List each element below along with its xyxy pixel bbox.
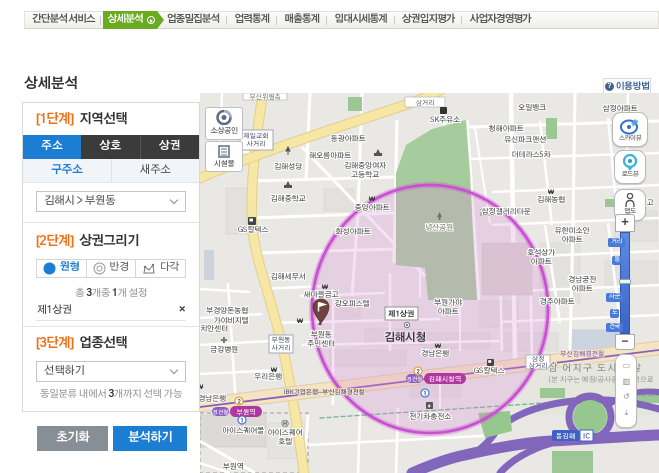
svg-text:2: 2 xyxy=(416,369,420,376)
svg-text:경남은행: 경남은행 xyxy=(421,349,449,358)
svg-text:아이스퀘어: 아이스퀘어 xyxy=(268,429,303,437)
svg-text:김해성당: 김해성당 xyxy=(274,162,302,171)
svg-text:유신파크맨션: 유신파크맨션 xyxy=(504,135,546,144)
svg-text:₩: ₩ xyxy=(548,189,555,196)
svg-text:IC: IC xyxy=(583,434,590,441)
svg-text:김해중학교: 김해중학교 xyxy=(271,194,306,203)
svg-text:고등학교: 고등학교 xyxy=(351,170,379,179)
svg-text:새마을금고: 새마을금고 xyxy=(304,290,339,299)
svg-text:가야비지텔: 가야비지텔 xyxy=(214,316,249,325)
svg-text:오일뱅크: 오일뱅크 xyxy=(518,103,546,112)
svg-text:1: 1 xyxy=(240,418,244,425)
svg-text:₩: ₩ xyxy=(271,367,278,374)
svg-text:₩: ₩ xyxy=(322,284,329,291)
svg-text:경남은행: 경남은행 xyxy=(200,394,226,403)
svg-text:제1상권: 제1상권 xyxy=(388,310,414,319)
svg-text:청해아파트: 청해아파트 xyxy=(489,124,524,133)
svg-text:더테라스5차: 더테라스5차 xyxy=(512,151,552,159)
svg-text:IBK기업은행─부산김해경전철: IBK기업은행─부산김해경전철 xyxy=(284,388,365,396)
svg-text:전기차충전소: 전기차충전소 xyxy=(409,412,451,421)
svg-text:부원동: 부원동 xyxy=(311,330,332,339)
svg-text:부산김해경전철: 부산김해경전철 xyxy=(560,350,604,358)
svg-text:GS칼텍스: GS칼텍스 xyxy=(474,366,504,375)
svg-text:부원역: 부원역 xyxy=(223,462,244,471)
svg-text:유한미소안: 유한미소안 xyxy=(555,226,590,235)
svg-text:김해시청역: 김해시청역 xyxy=(428,376,461,384)
svg-text:김해세무서: 김해세무서 xyxy=(271,272,306,281)
svg-text:아이스퀘어몰: 아이스퀘어몰 xyxy=(222,427,264,435)
svg-text:1: 1 xyxy=(423,391,427,398)
svg-text:부원역: 부원역 xyxy=(236,409,256,417)
svg-text:GS칼텍스: GS칼텍스 xyxy=(238,225,268,234)
svg-text:김해중앙여자: 김해중앙여자 xyxy=(344,161,387,170)
svg-text:제일교회: 제일교회 xyxy=(242,132,268,140)
svg-text:부경양돈농협: 부경양돈농협 xyxy=(206,306,248,315)
svg-text:부원동: 부원동 xyxy=(272,336,291,344)
svg-text:강오피스텔: 강오피스텔 xyxy=(335,299,370,308)
svg-text:동광아파트: 동광아파트 xyxy=(331,134,366,143)
svg-text:화성아파트: 화성아파트 xyxy=(336,227,371,236)
svg-text:우리은행: 우리은행 xyxy=(254,372,282,381)
svg-text:사거리: 사거리 xyxy=(272,345,291,352)
svg-text:(본 지구는 예정/공사중인 지역으로: (본 지구는 예정/공사중인 지역으로 xyxy=(548,375,654,384)
svg-text:2: 2 xyxy=(237,399,241,406)
svg-text:SK주유소: SK주유소 xyxy=(429,116,460,124)
svg-text:부원가야: 부원가야 xyxy=(434,298,462,307)
svg-text:₩: ₩ xyxy=(435,343,442,350)
svg-text:금강병원: 금강병원 xyxy=(210,345,238,354)
svg-text:삼거리: 삼거리 xyxy=(416,99,435,107)
svg-text:아파트: 아파트 xyxy=(562,236,583,244)
svg-text:경전철: 경전철 xyxy=(212,409,228,416)
svg-text:경주아파트: 경주아파트 xyxy=(540,297,575,306)
svg-text:✚: ✚ xyxy=(221,337,228,345)
svg-text:₩: ₩ xyxy=(297,318,304,325)
svg-text:부산위림축: 부산위림축 xyxy=(249,93,280,101)
svg-text:김해시청: 김해시청 xyxy=(384,331,426,344)
svg-text:동김해: 동김해 xyxy=(556,433,576,441)
svg-text:경전철: 경전철 xyxy=(406,376,422,383)
svg-text:아파트: 아파트 xyxy=(572,285,593,293)
svg-text:삼정: 삼정 xyxy=(532,355,545,363)
svg-text:호텔: 호텔 xyxy=(278,437,292,446)
svg-text:해오름아파트: 해오름아파트 xyxy=(309,151,351,160)
svg-text:호석상가: 호석상가 xyxy=(527,248,556,257)
svg-text:Ⓗ: Ⓗ xyxy=(282,419,289,428)
svg-text:치안센터: 치안센터 xyxy=(200,325,228,333)
svg-text:사거리: 사거리 xyxy=(247,141,266,148)
svg-text:아파트: 아파트 xyxy=(438,308,459,316)
svg-text:삼거리: 삼거리 xyxy=(529,362,548,370)
svg-text:주민센터: 주민센터 xyxy=(307,340,335,348)
svg-text:아파트: 아파트 xyxy=(531,258,552,266)
svg-text:삼정갤러리타운: 삼정갤러리타운 xyxy=(481,207,531,216)
svg-text:경남궁전: 경남궁전 xyxy=(568,275,596,284)
svg-text:₩: ₩ xyxy=(369,196,376,203)
svg-text:중앙아파트: 중앙아파트 xyxy=(355,203,390,212)
svg-text:김해농협: 김해농협 xyxy=(537,195,565,204)
svg-text:녕산공원: 녕산공원 xyxy=(425,223,453,232)
